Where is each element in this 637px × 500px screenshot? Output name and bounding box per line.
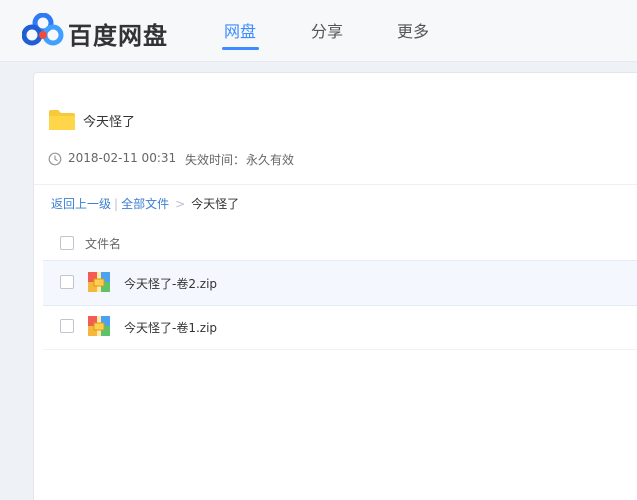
breadcrumb-all-files-link[interactable]: 全部文件	[121, 197, 169, 211]
logo-text: 百度网盘	[68, 22, 168, 50]
expire-value: 永久有效	[246, 153, 295, 167]
clock-icon	[48, 152, 62, 166]
share-card: 今天怪了 2018-02-11 00:31 失效时间： 永久有效 返回上一级 | 全…	[33, 72, 637, 500]
breadcrumb-arrow: >	[175, 197, 186, 211]
nav-tab-netdisk[interactable]: 网盘	[224, 18, 256, 42]
cloud-logo-icon	[22, 13, 64, 46]
nav-tab-more[interactable]: 更多	[397, 18, 429, 42]
zip-file-icon	[88, 316, 110, 336]
breadcrumb-separator: |	[114, 197, 119, 211]
nav-tab-share[interactable]: 分享	[311, 18, 343, 42]
breadcrumb: 返回上一级 | 全部文件 > 今天怪了	[51, 195, 239, 211]
share-title: 今天怪了	[83, 115, 136, 130]
nav-active-indicator	[222, 47, 259, 50]
folder-icon	[49, 110, 75, 130]
breadcrumb-back-link[interactable]: 返回上一级	[51, 197, 111, 211]
zip-file-icon	[88, 272, 110, 292]
share-time: 2018-02-11 00:31	[68, 151, 177, 165]
top-bar: 百度网盘 网盘 分享 更多	[0, 0, 637, 62]
expire-label: 失效时间：	[185, 153, 246, 167]
select-all-checkbox[interactable]	[60, 236, 74, 250]
breadcrumb-current: 今天怪了	[191, 197, 240, 211]
file-row[interactable]: 今天怪了-卷1.zip	[43, 305, 637, 350]
file-checkbox[interactable]	[60, 275, 74, 289]
baidu-netdisk-logo[interactable]: 百度网盘	[22, 13, 172, 50]
file-checkbox[interactable]	[60, 319, 74, 333]
file-name[interactable]: 今天怪了-卷1.zip	[124, 319, 217, 336]
file-row[interactable]: 今天怪了-卷2.zip	[43, 260, 637, 306]
file-name[interactable]: 今天怪了-卷2.zip	[124, 275, 217, 292]
file-list-header: 文件名	[34, 228, 637, 260]
column-header-filename[interactable]: 文件名	[85, 235, 121, 252]
share-header: 今天怪了 2018-02-11 00:31 失效时间： 永久有效	[34, 73, 637, 185]
